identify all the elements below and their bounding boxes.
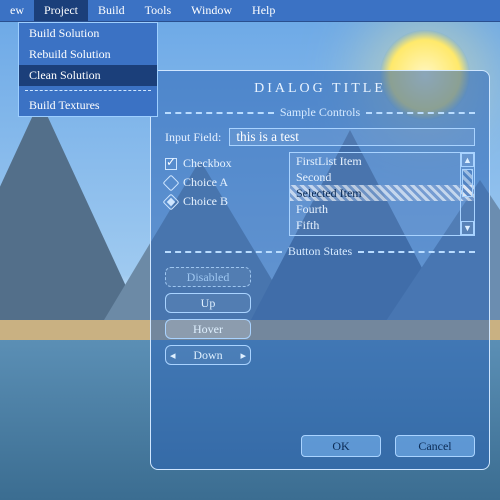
input-field[interactable] <box>229 128 475 146</box>
scroll-thumb[interactable] <box>462 169 473 197</box>
button-up[interactable]: Up <box>165 293 251 313</box>
list-item-selected[interactable]: Selected Item <box>290 185 474 201</box>
radio-choice-b[interactable] <box>163 193 180 210</box>
cancel-button[interactable]: Cancel <box>395 435 475 457</box>
menu-project[interactable]: Project <box>34 0 88 21</box>
scroll-track[interactable] <box>461 167 474 221</box>
menu-project-dropdown: Build Solution Rebuild Solution Clean So… <box>18 22 158 117</box>
radio-choice-a[interactable] <box>163 174 180 191</box>
list-item[interactable]: Second <box>290 169 474 185</box>
menu-item-rebuild-solution[interactable]: Rebuild Solution <box>19 44 157 65</box>
dialog-title: DIALOG TITLE <box>165 81 475 97</box>
group-sample-controls: Sample Controls <box>165 105 475 120</box>
button-disabled: Disabled <box>165 267 251 287</box>
radio-b-label: Choice B <box>183 194 228 209</box>
arrow-left-icon: ◂ <box>170 349 176 362</box>
radio-a-label: Choice A <box>183 175 228 190</box>
ok-button[interactable]: OK <box>301 435 381 457</box>
scroll-up-icon[interactable]: ▲ <box>461 153 474 167</box>
checkbox[interactable] <box>165 158 177 170</box>
menu-build[interactable]: Build <box>88 0 135 21</box>
list-item[interactable]: FirstList Item <box>290 153 474 169</box>
button-hover[interactable]: Hover <box>165 319 251 339</box>
menubar: ew Project Build Tools Window Help <box>0 0 500 22</box>
scroll-down-icon[interactable]: ▼ <box>461 221 474 235</box>
menu-item-clean-solution[interactable]: Clean Solution <box>19 65 157 86</box>
menu-help[interactable]: Help <box>242 0 285 21</box>
group-button-states: Button States <box>165 244 475 259</box>
list-item[interactable]: Fourth <box>290 201 474 217</box>
menu-tools[interactable]: Tools <box>135 0 182 21</box>
menu-item-build-textures[interactable]: Build Textures <box>19 95 157 116</box>
button-down[interactable]: ◂ Down ▸ <box>165 345 251 365</box>
menu-view[interactable]: ew <box>0 0 34 21</box>
arrow-right-icon: ▸ <box>240 349 246 362</box>
scrollbar[interactable]: ▲ ▼ <box>460 153 474 235</box>
checkbox-label: Checkbox <box>183 156 232 171</box>
menu-separator <box>25 90 151 91</box>
dialog: DIALOG TITLE Sample Controls Input Field… <box>150 70 490 470</box>
menu-item-build-solution[interactable]: Build Solution <box>19 23 157 44</box>
menu-window[interactable]: Window <box>181 0 242 21</box>
input-label: Input Field: <box>165 130 221 145</box>
list-item[interactable]: Fifth <box>290 217 474 233</box>
listbox[interactable]: FirstList Item Second Selected Item Four… <box>289 152 475 236</box>
